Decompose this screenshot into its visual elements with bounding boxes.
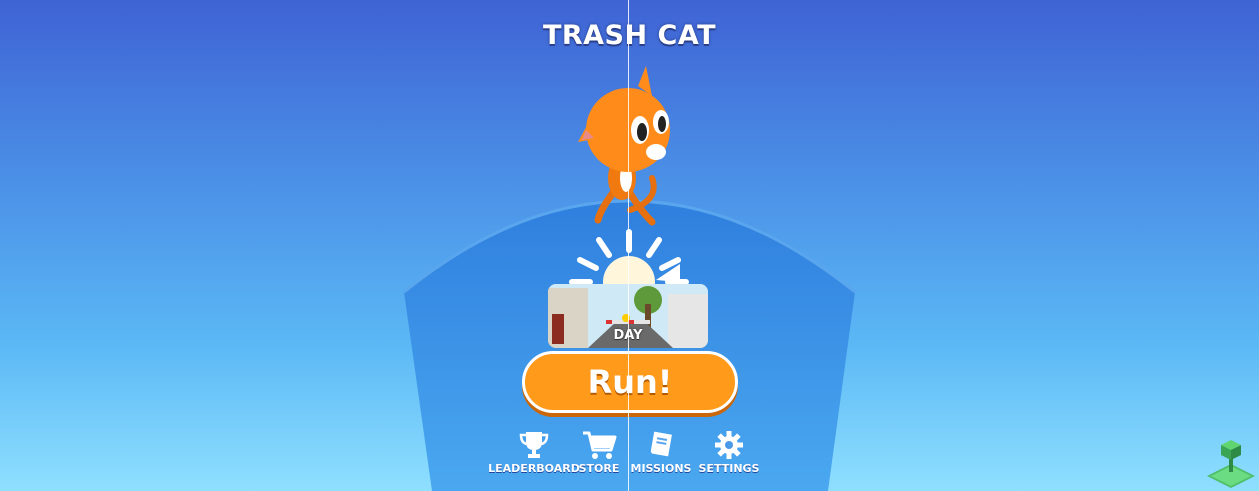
run-button-label: Run! <box>587 363 673 401</box>
cart-icon <box>583 431 617 459</box>
run-button[interactable]: Run! <box>522 351 738 413</box>
leaderboard-label: LEADERBOARD <box>488 462 580 475</box>
settings-label: SETTINGS <box>698 462 760 475</box>
trash-cat-character <box>578 66 670 226</box>
missions-button[interactable]: MISSIONS <box>631 430 691 475</box>
screen-divider-line <box>628 0 629 491</box>
store-label: STORE <box>578 462 620 475</box>
leaderboard-button[interactable]: LEADERBOARD <box>488 430 580 475</box>
trophy-icon <box>519 432 549 458</box>
store-button[interactable]: STORE <box>578 430 620 475</box>
corner-block-icon <box>1207 440 1255 488</box>
gear-icon <box>715 431 743 459</box>
settings-button[interactable]: SETTINGS <box>698 430 760 475</box>
game-title: TRASH CAT <box>542 20 717 51</box>
missions-label: MISSIONS <box>630 462 692 475</box>
book-icon <box>650 431 672 457</box>
arrow-right-icon[interactable] <box>650 258 690 288</box>
